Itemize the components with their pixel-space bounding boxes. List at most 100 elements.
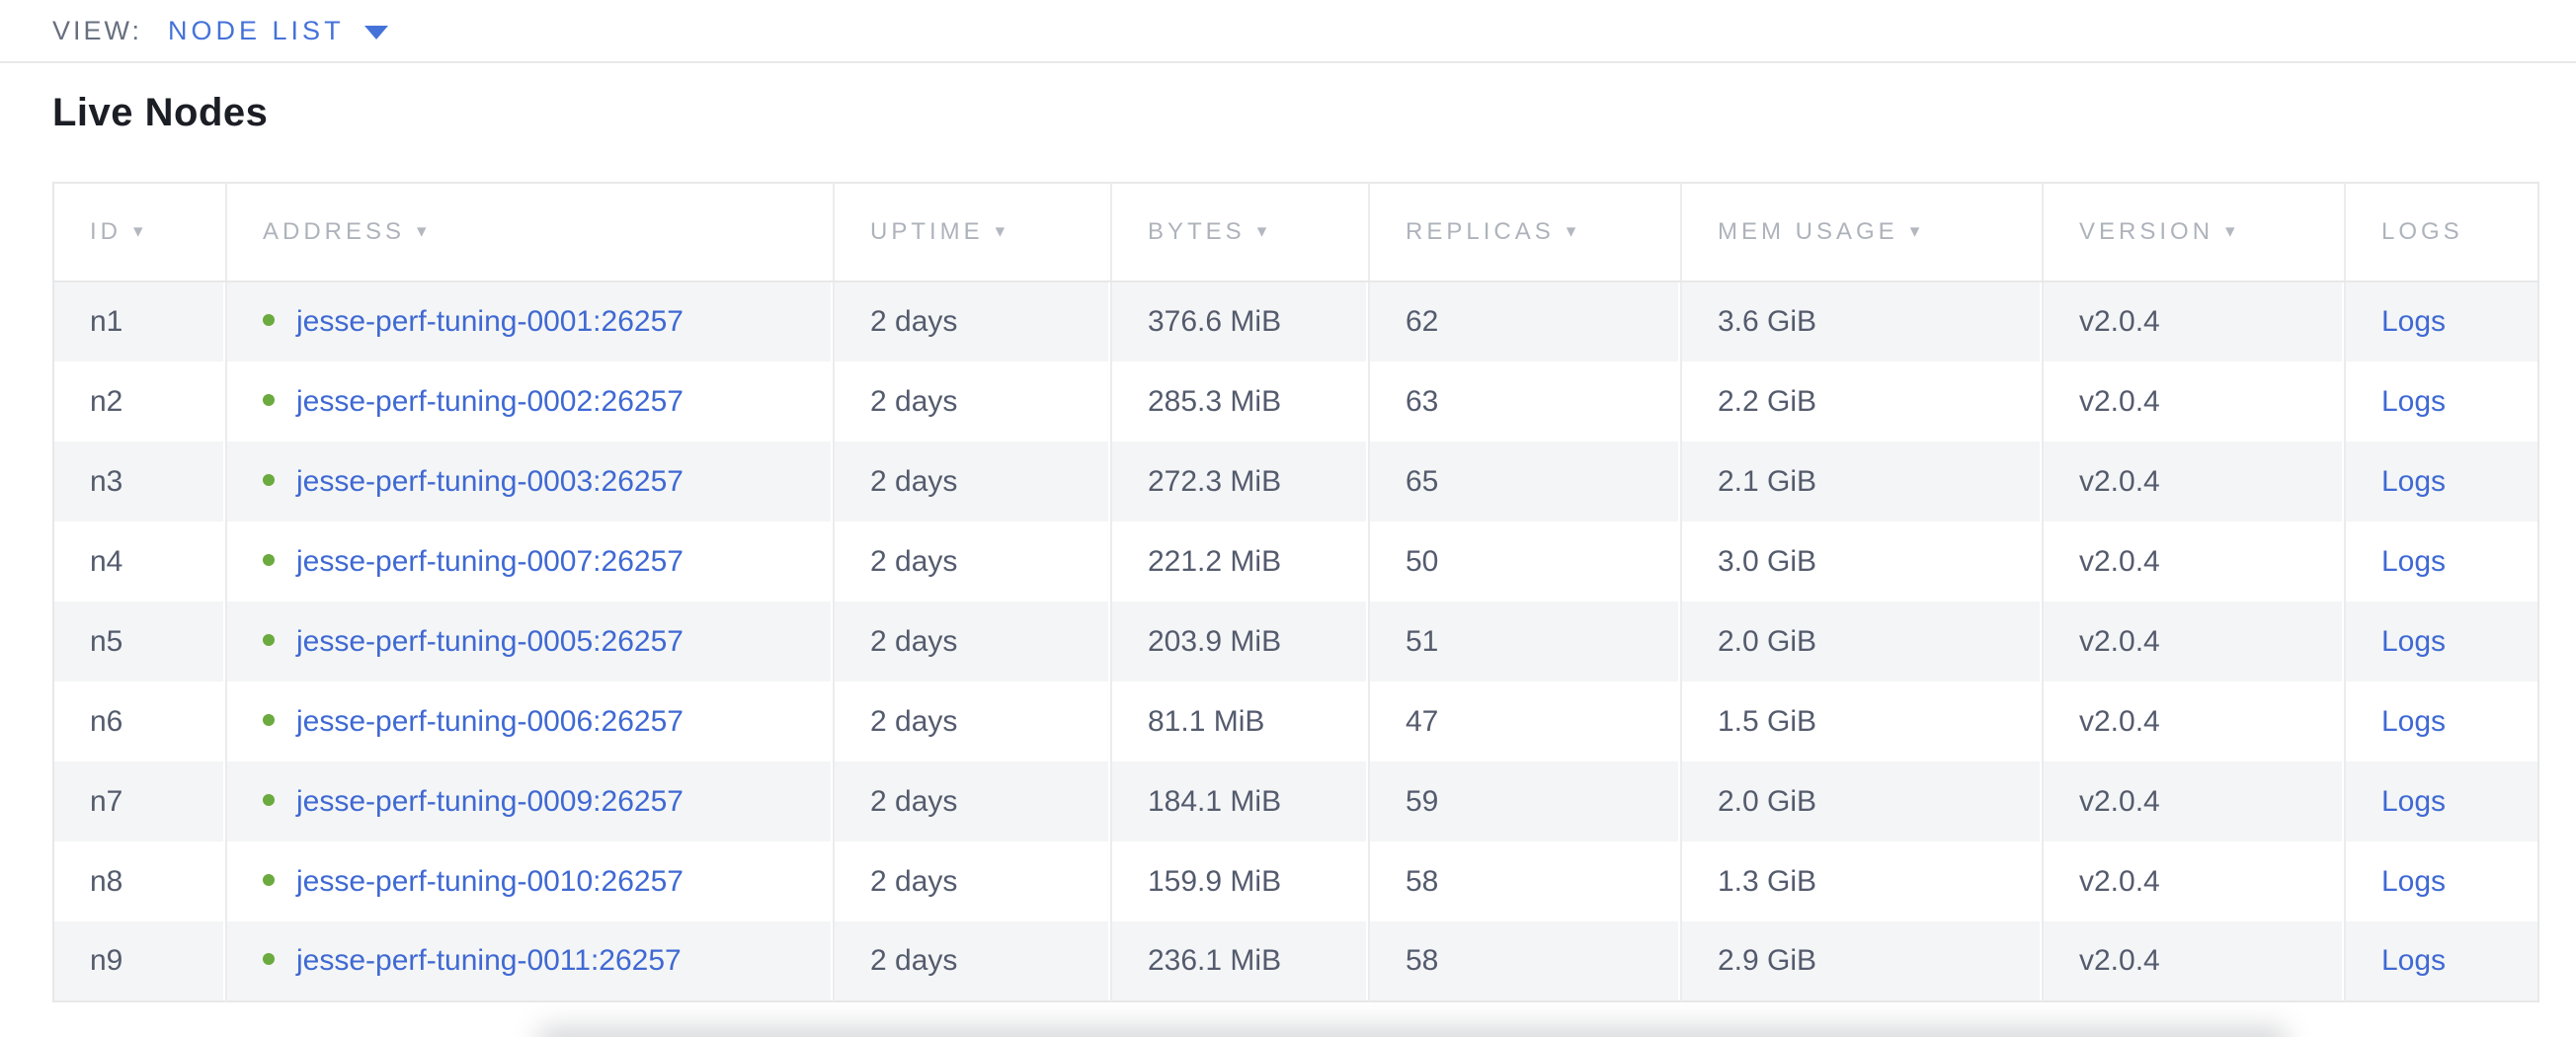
- node-logs-link[interactable]: Logs: [2381, 944, 2446, 977]
- node-address-link[interactable]: jesse-perf-tuning-0007:26257: [296, 545, 684, 578]
- node-address-link[interactable]: jesse-perf-tuning-0010:26257: [296, 865, 684, 898]
- sort-caret-icon: ▾: [417, 221, 427, 242]
- cell-version: v2.0.4: [2043, 761, 2345, 841]
- node-logs-link[interactable]: Logs: [2381, 385, 2446, 418]
- cell-id: n4: [53, 521, 226, 601]
- cell-uptime: 2 days: [834, 361, 1111, 441]
- node-logs-link[interactable]: Logs: [2381, 785, 2446, 818]
- table-row: n3 jesse-perf-tuning-0003:26257 2 days272.…: [53, 441, 2538, 521]
- view-label: VIEW:: [52, 16, 142, 46]
- live-nodes-table-container: ID▾ADDRESS▾UPTIME▾BYTES▾REPLICAS▾MEM USA…: [52, 182, 2538, 1002]
- cell-logs: Logs: [2345, 281, 2538, 361]
- cell-mem-usage: 3.0 GiB: [1681, 521, 2043, 601]
- cell-address: jesse-perf-tuning-0003:26257: [226, 441, 834, 521]
- cell-address: jesse-perf-tuning-0011:26257: [226, 921, 834, 1001]
- cell-bytes: 272.3 MiB: [1111, 441, 1369, 521]
- table-row: n1jesse-perf-tuning-0001:262572 days376.…: [53, 281, 2538, 361]
- node-live-status-icon: [263, 634, 275, 646]
- node-live-status-icon: [263, 714, 275, 726]
- cell-mem-usage: 2.1 GiB: [1681, 441, 2043, 521]
- column-header-bytes[interactable]: BYTES▾: [1111, 183, 1369, 281]
- page-title: Live Nodes: [52, 89, 2576, 136]
- cell-address: jesse-perf-tuning-0002:26257: [226, 361, 834, 441]
- column-label: REPLICAS: [1406, 218, 1555, 245]
- node-logs-link[interactable]: Logs: [2381, 305, 2446, 338]
- node-live-status-icon: [263, 874, 275, 886]
- cell-version: v2.0.4: [2043, 281, 2345, 361]
- cell-id: n6: [53, 681, 226, 761]
- cell-id: n9: [53, 921, 226, 1001]
- cell-version: v2.0.4: [2043, 681, 2345, 761]
- column-label: MEM USAGE: [1718, 218, 1898, 245]
- cell-uptime: 2 days: [834, 441, 1111, 521]
- cell-address: jesse-perf-tuning-0009:26257: [226, 761, 834, 841]
- node-address-link[interactable]: jesse-perf-tuning-0009:26257: [296, 785, 684, 818]
- sort-caret-icon: ▾: [996, 221, 1006, 242]
- cell-id: n2: [53, 361, 226, 441]
- cell-replicas: 58: [1369, 841, 1681, 921]
- cell-id: n1: [53, 281, 226, 361]
- column-header-id[interactable]: ID▾: [53, 183, 226, 281]
- cell-uptime: 2 days: [834, 921, 1111, 1001]
- column-label: ID: [90, 218, 121, 245]
- cell-mem-usage: 2.0 GiB: [1681, 601, 2043, 681]
- node-live-status-icon: [263, 953, 275, 965]
- cell-replicas: 58: [1369, 921, 1681, 1001]
- cell-replicas: 51: [1369, 601, 1681, 681]
- cell-address: jesse-perf-tuning-0005:26257: [226, 601, 834, 681]
- cell-logs: Logs: [2345, 361, 2538, 441]
- sort-caret-icon: ▾: [1257, 221, 1267, 242]
- node-live-status-icon: [263, 794, 275, 806]
- table-row: n7jesse-perf-tuning-0009:262572 days184.…: [53, 761, 2538, 841]
- node-address-link[interactable]: jesse-perf-tuning-0011:26257: [296, 944, 682, 977]
- column-header-mem_usage[interactable]: MEM USAGE▾: [1681, 183, 2043, 281]
- view-selected-value: NODE LIST: [168, 16, 345, 46]
- node-table-body: n1jesse-perf-tuning-0001:262572 days376.…: [53, 281, 2538, 1001]
- cell-bytes: 221.2 MiB: [1111, 521, 1369, 601]
- cell-id: n8: [53, 841, 226, 921]
- column-header-address[interactable]: ADDRESS ▾: [226, 183, 834, 281]
- column-label: LOGS: [2381, 218, 2463, 245]
- cell-replicas: 62: [1369, 281, 1681, 361]
- cell-bytes: 285.3 MiB: [1111, 361, 1369, 441]
- cell-logs: Logs: [2345, 841, 2538, 921]
- cell-replicas: 47: [1369, 681, 1681, 761]
- node-address-link[interactable]: jesse-perf-tuning-0006:26257: [296, 705, 684, 738]
- cell-uptime: 2 days: [834, 681, 1111, 761]
- cell-bytes: 376.6 MiB: [1111, 281, 1369, 361]
- cell-mem-usage: 1.3 GiB: [1681, 841, 2043, 921]
- cell-address: jesse-perf-tuning-0001:26257: [226, 281, 834, 361]
- cell-logs: Logs: [2345, 761, 2538, 841]
- cell-logs: Logs: [2345, 601, 2538, 681]
- cell-logs: Logs: [2345, 921, 2538, 1001]
- node-address-link[interactable]: jesse-perf-tuning-0005:26257: [296, 625, 684, 658]
- node-address-link[interactable]: jesse-perf-tuning-0002:26257: [296, 385, 684, 418]
- cell-version: v2.0.4: [2043, 361, 2345, 441]
- column-header-replicas[interactable]: REPLICAS ▾: [1369, 183, 1681, 281]
- column-label: ADDRESS: [263, 218, 405, 245]
- sort-caret-icon: ▾: [2225, 221, 2235, 242]
- header-row: ID▾ADDRESS▾UPTIME▾BYTES▾REPLICAS▾MEM USA…: [53, 183, 2538, 281]
- cell-replicas: 50: [1369, 521, 1681, 601]
- cell-address: jesse-perf-tuning-0007:26257: [226, 521, 834, 601]
- node-address-link[interactable]: jesse-perf-tuning-0003:26257: [296, 465, 684, 498]
- column-header-uptime[interactable]: UPTIME▾: [834, 183, 1111, 281]
- cell-bytes: 159.9 MiB: [1111, 841, 1369, 921]
- node-address-link[interactable]: jesse-perf-tuning-0001:26257: [296, 305, 684, 338]
- cell-mem-usage: 3.6 GiB: [1681, 281, 2043, 361]
- cell-bytes: 81.1 MiB: [1111, 681, 1369, 761]
- cell-uptime: 2 days: [834, 841, 1111, 921]
- node-logs-link[interactable]: Logs: [2381, 465, 2446, 498]
- cell-id: n3: [53, 441, 226, 521]
- column-header-version[interactable]: VERSION▾: [2043, 183, 2345, 281]
- node-logs-link[interactable]: Logs: [2381, 705, 2446, 738]
- node-logs-link[interactable]: Logs: [2381, 545, 2446, 578]
- table-row: n2 jesse-perf-tuning-0002:26257 2 days285.…: [53, 361, 2538, 441]
- table-row: n6 jesse-perf-tuning-0006:26257 2 days81.1…: [53, 681, 2538, 761]
- sort-caret-icon: ▾: [1567, 221, 1576, 242]
- cell-version: v2.0.4: [2043, 441, 2345, 521]
- node-logs-link[interactable]: Logs: [2381, 625, 2446, 658]
- node-logs-link[interactable]: Logs: [2381, 865, 2446, 898]
- dropdown-caret-icon: [364, 26, 388, 40]
- view-selector-dropdown[interactable]: NODE LIST: [168, 16, 388, 46]
